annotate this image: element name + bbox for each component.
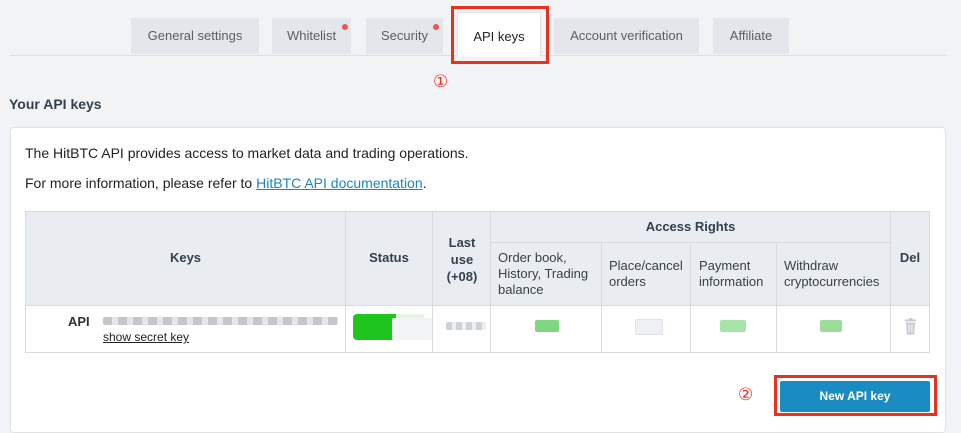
show-secret-key-link[interactable]: show secret key (103, 330, 189, 344)
col-divider (690, 242, 691, 352)
col-divider (890, 212, 891, 352)
tab-whitelist[interactable]: Whitelist (272, 18, 351, 54)
highlight-tab-box (451, 6, 549, 64)
tab-label: Security (381, 28, 428, 43)
notification-dot (342, 24, 348, 30)
tab-label: Whitelist (286, 28, 337, 43)
delete-icon[interactable] (904, 318, 917, 340)
header-status: Status (369, 250, 409, 265)
col-divider (776, 242, 777, 352)
intro-prefix: For more information, please refer to (25, 175, 257, 191)
intro-docs-line: For more information, please refer to Hi… (25, 175, 427, 191)
last-use-redacted (446, 322, 486, 330)
col-divider (345, 212, 346, 352)
intro-suffix: . (422, 175, 427, 191)
notification-dot (433, 24, 439, 30)
access-col-withdraw: Withdraw cryptocurrencies (784, 258, 880, 289)
header-del: Del (899, 250, 921, 265)
step-1-marker: ① (433, 72, 449, 91)
right-withdraw-checkbox[interactable] (820, 320, 842, 332)
page-title: Your API keys (9, 96, 102, 112)
col-divider (432, 212, 433, 352)
tab-security[interactable]: Security (366, 18, 443, 54)
api-key-redacted (103, 317, 338, 325)
header-divider (26, 305, 929, 306)
access-col-orders: Place/cancel orders (609, 258, 683, 289)
tab-account-verification[interactable]: Account verification (554, 18, 699, 54)
right-payment-checkbox[interactable] (720, 320, 746, 332)
access-col-trading: Order book, History, Trading balance (498, 250, 589, 297)
header-last-use: Last use (+08) (446, 235, 478, 284)
row-label: API (68, 314, 90, 329)
header-keys: Keys (169, 250, 202, 265)
right-orders-checkbox[interactable] (635, 319, 663, 335)
step-2-marker: ② (738, 385, 754, 404)
status-redacted (392, 318, 432, 340)
tab-affiliate[interactable]: Affiliate (713, 18, 789, 54)
intro-text: The HitBTC API provides access to market… (25, 145, 469, 161)
right-trading-checkbox[interactable] (535, 320, 559, 332)
header-access-rights: Access Rights (645, 219, 736, 234)
tab-general-settings[interactable]: General settings (131, 18, 259, 54)
col-divider (601, 242, 602, 352)
highlight-button-box (774, 375, 937, 416)
access-col-payment: Payment information (699, 258, 764, 289)
api-docs-link[interactable]: HitBTC API documentation (256, 175, 423, 191)
